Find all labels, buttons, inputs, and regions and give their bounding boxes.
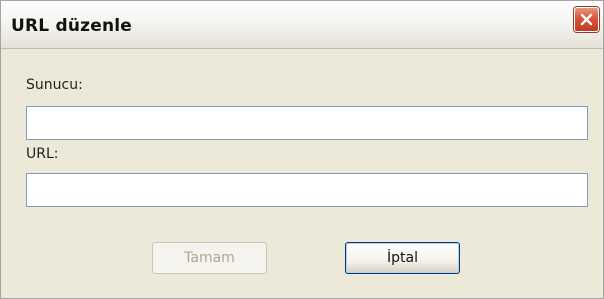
dialog-title: URL düzenle	[11, 16, 133, 36]
url-input[interactable]	[26, 173, 588, 207]
ok-button[interactable]: Tamam	[152, 242, 267, 274]
edit-url-dialog: URL düzenle Sunucu: URL: Tamam İptal	[0, 0, 604, 299]
server-input[interactable]	[26, 106, 588, 140]
server-label: Sunucu:	[26, 77, 83, 93]
dialog-content: Sunucu: URL: Tamam İptal	[1, 49, 603, 298]
close-icon	[580, 13, 593, 26]
url-label: URL:	[26, 146, 59, 162]
cancel-button[interactable]: İptal	[345, 242, 460, 274]
title-bar[interactable]: URL düzenle	[1, 1, 603, 49]
close-button[interactable]	[574, 7, 599, 32]
